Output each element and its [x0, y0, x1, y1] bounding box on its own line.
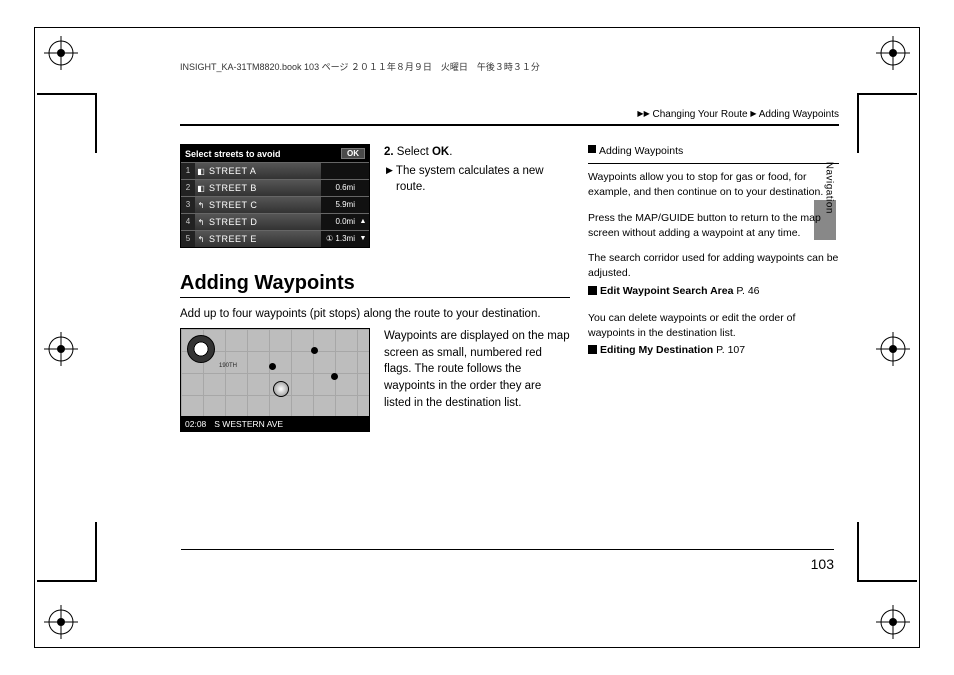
row-number: 1 — [181, 163, 195, 179]
registration-mark-icon — [44, 36, 78, 70]
page-content: INSIGHT_KA-31TM8820.book 103 ページ ２０１１年８月… — [180, 60, 839, 585]
step-action-suffix: . — [449, 146, 452, 158]
turn-icon: ↰ — [195, 201, 207, 210]
street-name: STREET E — [207, 234, 321, 244]
street-distance: ① 1.3mi — [321, 231, 357, 247]
reference-label: Editing My Destination — [600, 344, 713, 356]
street-row: 2◧STREET B0.6mi — [181, 179, 369, 196]
street-row: 1◧STREET A — [181, 162, 369, 179]
map-clock: 02:08 — [185, 419, 206, 429]
row-number: 3 — [181, 197, 195, 213]
triangle-bullet-icon: ▶ — [386, 165, 393, 175]
step-2-text: 2. Select OK. ▶ The system calculates a … — [384, 144, 570, 248]
row-number: 2 — [181, 180, 195, 196]
scroll-arrow-icon: ▼ — [357, 231, 369, 247]
turn-icon: ↰ — [195, 218, 207, 227]
street-name: STREET C — [207, 200, 321, 210]
main-column: Select streets to avoid OK 1◧STREET A2◧S… — [180, 144, 570, 432]
registration-mark-icon — [876, 332, 910, 366]
section-heading: Adding Waypoints — [180, 272, 570, 295]
chevron-right-icon: ▶ — [750, 109, 756, 118]
street-distance — [321, 163, 357, 179]
page-number: 103 — [181, 549, 834, 572]
step-action-prefix: Select — [397, 146, 432, 158]
street-name: STREET B — [207, 183, 321, 193]
margin-reference: Edit Waypoint Search Area P. 46 — [588, 284, 839, 299]
margin-column: Adding Waypoints Waypoints allow you to … — [588, 144, 839, 432]
registration-mark-icon — [44, 605, 78, 639]
map-description: Waypoints are displayed on the map scree… — [384, 328, 570, 432]
map-street-label: 190TH — [219, 363, 237, 369]
street-name: STREET D — [207, 217, 321, 227]
street-name: STREET A — [207, 166, 321, 176]
step-number: 2. — [384, 146, 394, 158]
breadcrumb: ▶▶ Changing Your Route ▶ Adding Waypoint… — [180, 109, 839, 120]
registration-mark-icon — [44, 332, 78, 366]
breadcrumb-item: Changing Your Route — [653, 109, 748, 120]
breadcrumb-item: Adding Waypoints — [759, 109, 839, 120]
margin-reference: Editing My Destination P. 107 — [588, 343, 839, 358]
select-streets-screenshot: Select streets to avoid OK 1◧STREET A2◧S… — [180, 144, 370, 248]
reference-label: Edit Waypoint Search Area — [600, 285, 733, 297]
row-number: 5 — [181, 231, 195, 247]
street-distance: 5.9mi — [321, 197, 357, 213]
crop-mark-icon — [799, 577, 859, 637]
map-current-street: S WESTERN AVE — [214, 419, 283, 429]
margin-paragraph: The search corridor used for adding wayp… — [588, 251, 839, 281]
map-waypoint-icon — [269, 363, 276, 370]
scroll-arrow-icon: ▲ — [357, 214, 369, 230]
street-row: 4↰STREET D0.0mi▲ — [181, 213, 369, 230]
link-glyph-icon — [588, 286, 597, 295]
link-glyph-icon — [588, 345, 597, 354]
step-result: The system calculates a new route. — [396, 165, 544, 194]
margin-heading-text: Adding Waypoints — [599, 145, 683, 157]
registration-mark-icon — [876, 605, 910, 639]
note-glyph-icon — [588, 145, 596, 153]
vehicle-icon — [273, 381, 289, 397]
street-distance: 0.6mi — [321, 180, 357, 196]
scroll-arrow-icon — [357, 163, 369, 179]
section-intro: Add up to four waypoints (pit stops) alo… — [180, 308, 570, 320]
street-row: 5↰STREET E① 1.3mi▼ — [181, 230, 369, 247]
divider — [180, 297, 570, 298]
reference-page: P. 107 — [716, 344, 745, 356]
turn-icon: ↰ — [195, 235, 207, 244]
scroll-arrow-icon — [357, 180, 369, 196]
ok-button: OK — [341, 148, 365, 159]
margin-paragraph: Waypoints allow you to stop for gas or f… — [588, 170, 839, 200]
step-action-target: OK — [432, 146, 449, 158]
divider — [588, 163, 839, 164]
margin-heading: Adding Waypoints — [588, 144, 839, 159]
street-row: 3↰STREET C5.9mi — [181, 196, 369, 213]
chevron-right-icon: ▶▶ — [637, 109, 649, 118]
turn-icon: ◧ — [195, 184, 207, 193]
file-header-meta: INSIGHT_KA-31TM8820.book 103 ページ ２０１１年８月… — [180, 60, 839, 73]
margin-paragraph: Press the MAP/GUIDE button to return to … — [588, 211, 839, 241]
compass-icon — [187, 335, 215, 363]
turn-icon: ◧ — [195, 167, 207, 176]
margin-paragraph: You can delete waypoints or edit the ord… — [588, 311, 839, 341]
row-number: 4 — [181, 214, 195, 230]
scroll-arrow-icon — [357, 197, 369, 213]
crop-mark-icon — [95, 38, 155, 98]
map-waypoint-icon — [331, 373, 338, 380]
map-screenshot: 190TH 02:08 S WESTERN AVE — [180, 328, 370, 432]
reference-page: P. 46 — [736, 285, 759, 297]
map-waypoint-icon — [311, 347, 318, 354]
crop-mark-icon — [95, 577, 155, 637]
registration-mark-icon — [876, 36, 910, 70]
street-distance: 0.0mi — [321, 214, 357, 230]
screenshot-title: Select streets to avoid — [185, 149, 281, 159]
divider — [180, 124, 839, 126]
